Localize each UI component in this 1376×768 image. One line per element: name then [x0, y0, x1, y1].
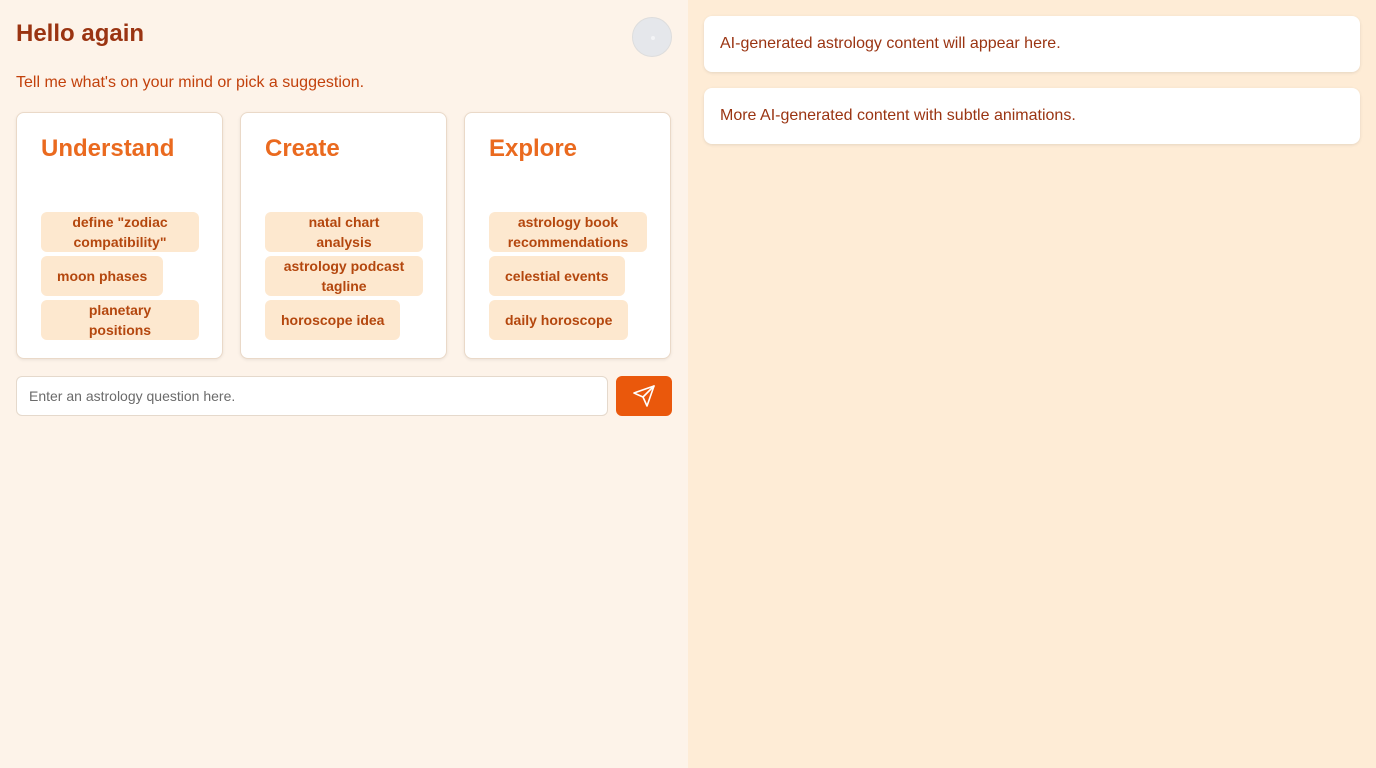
- chip-list: define "zodiac compatibility" moon phase…: [41, 212, 199, 340]
- page-subtitle: Tell me what's on your mind or pick a su…: [16, 74, 365, 91]
- content-panel: AI-generated astrology content will appe…: [704, 16, 1360, 72]
- send-button[interactable]: [616, 376, 672, 416]
- card-title: Create: [265, 135, 340, 162]
- suggestion-chip[interactable]: astrology book recommendations: [489, 212, 647, 252]
- content-panel: More AI-generated content with subtle an…: [704, 88, 1360, 144]
- card-create: Create natal chart analysis astrology po…: [240, 112, 447, 359]
- card-title: Understand: [41, 135, 175, 162]
- suggestion-chip[interactable]: moon phases: [41, 256, 164, 296]
- suggestion-cards: Understand define "zodiac compatibility"…: [16, 112, 671, 359]
- card-understand: Understand define "zodiac compatibility"…: [16, 112, 223, 359]
- chip-list: natal chart analysis astrology podcast t…: [265, 212, 423, 340]
- card-title: Explore: [489, 135, 578, 162]
- send-icon: [633, 385, 655, 407]
- suggestion-chip[interactable]: define "zodiac compatibility": [41, 212, 199, 252]
- suggestion-chip[interactable]: horoscope idea: [265, 300, 401, 340]
- composer: [16, 376, 672, 416]
- chip-list: astrology book recommendations celestial…: [489, 212, 647, 340]
- question-input[interactable]: [16, 376, 608, 416]
- suggestion-chip[interactable]: planetary positions: [41, 300, 199, 340]
- suggestion-chip[interactable]: daily horoscope: [489, 300, 629, 340]
- card-explore: Explore astrology book recommendations c…: [464, 112, 671, 359]
- suggestion-chip[interactable]: natal chart analysis: [265, 212, 423, 252]
- suggestion-chip[interactable]: celestial events: [489, 256, 625, 296]
- chat-pane: Hello again Tell me what's on your mind …: [0, 0, 688, 768]
- content-pane: AI-generated astrology content will appe…: [688, 0, 1376, 768]
- suggestion-chip[interactable]: astrology podcast tagline: [265, 256, 423, 296]
- page-title: Hello again: [16, 20, 145, 47]
- avatar[interactable]: [632, 17, 672, 57]
